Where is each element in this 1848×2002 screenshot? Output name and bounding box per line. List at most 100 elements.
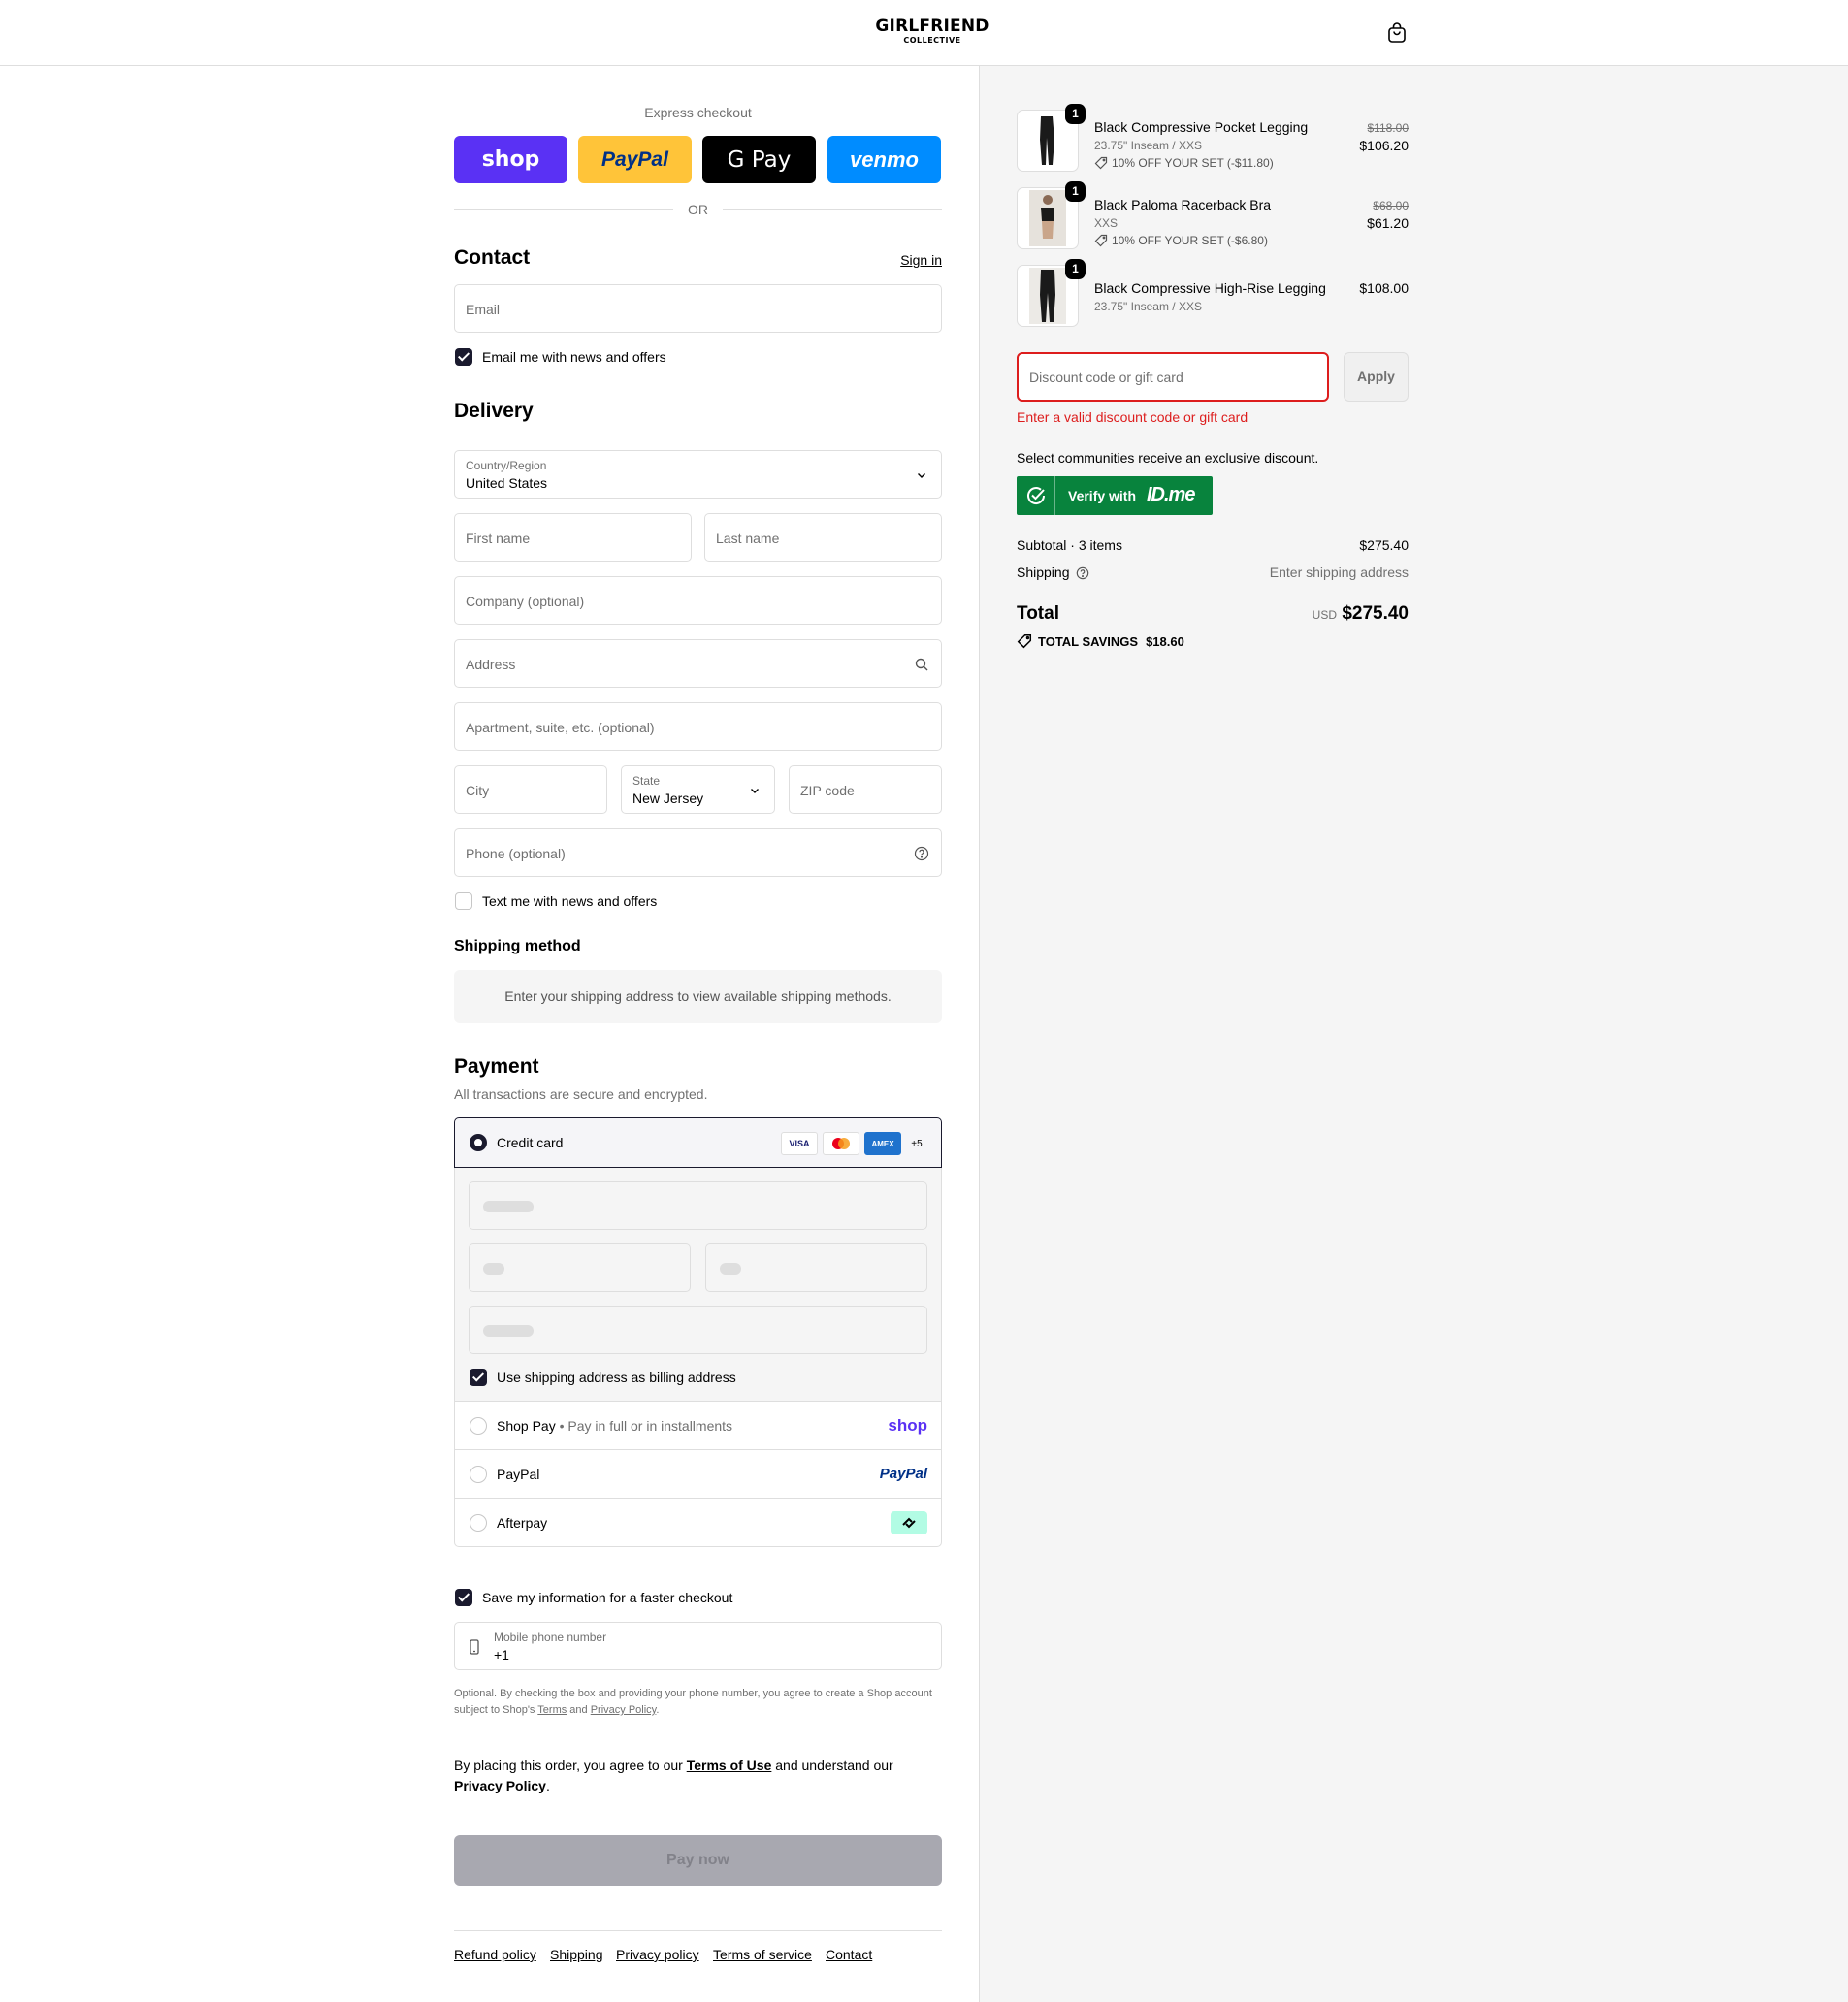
paypal-option[interactable]: PayPal PayPal (454, 1449, 942, 1499)
email-field[interactable]: Email (454, 284, 942, 333)
address-placeholder: Address (466, 657, 516, 672)
pay-now-button[interactable]: Pay now (454, 1835, 942, 1886)
more-cards-badge: +5 (911, 1138, 923, 1149)
email-news-checkbox[interactable] (455, 348, 472, 366)
footer-terms-link[interactable]: Terms of service (713, 1947, 812, 1962)
mobile-phone-icon (470, 1639, 479, 1655)
card-name-field[interactable] (469, 1306, 927, 1354)
mobile-phone-value: +1 (494, 1647, 509, 1663)
total-value: $275.40 (1342, 603, 1409, 624)
credit-card-option[interactable]: Credit card VISA AMEX +5 (454, 1117, 942, 1168)
card-expiry-field[interactable] (469, 1243, 691, 1292)
shipping-method-heading: Shipping method (454, 938, 581, 954)
venmo-express-button[interactable]: venmo (827, 136, 941, 183)
company-placeholder: Company (optional) (466, 594, 585, 609)
currency-code: USD (1312, 608, 1337, 622)
discount-code-field[interactable]: Discount code or gift card (1017, 352, 1329, 402)
total-savings-label: TOTAL SAVINGS (1038, 633, 1139, 649)
card-number-field[interactable] (469, 1181, 927, 1230)
email-news-label: Email me with news and offers (482, 349, 666, 365)
tag-icon (1094, 234, 1108, 247)
paypal-label: PayPal (497, 1467, 540, 1482)
product-name: Black Paloma Racerback Bra (1094, 197, 1272, 212)
mastercard-icon (823, 1132, 859, 1155)
header: GIRLFRIEND COLLECTIVE (0, 0, 1848, 66)
terms-of-use-link[interactable]: Terms of Use (687, 1758, 772, 1773)
save-info-checkbox[interactable] (455, 1589, 472, 1606)
zip-field[interactable]: ZIP code (789, 765, 942, 814)
sign-in-link[interactable]: Sign in (900, 252, 942, 268)
shopping-bag-icon[interactable] (1385, 21, 1409, 45)
shipping-method-message: Enter your shipping address to view avai… (454, 970, 942, 1023)
country-select[interactable]: Country/Region United States (454, 450, 942, 499)
google-pay-express-button[interactable]: G Pay (702, 136, 816, 183)
quantity-badge: 1 (1065, 104, 1086, 124)
contact-heading: Contact (454, 246, 531, 269)
shop-pay-logo: shop (888, 1416, 927, 1435)
country-value: United States (466, 475, 548, 491)
product-variant: XXS (1094, 216, 1119, 230)
verify-idme-button[interactable]: Verify with ID.me (1017, 476, 1213, 515)
check-circle-icon (1017, 476, 1055, 515)
text-news-label: Text me with news and offers (482, 893, 658, 909)
product-price: $108.00 (1359, 280, 1409, 296)
afterpay-option[interactable]: Afterpay (454, 1498, 942, 1547)
shop-terms-link[interactable]: Terms (537, 1704, 567, 1716)
idme-logo: ID.me (1147, 484, 1195, 505)
afterpay-radio[interactable] (470, 1514, 487, 1532)
total-savings-row: TOTAL SAVINGS $18.60 (1017, 633, 1409, 649)
shop-pay-radio[interactable] (470, 1417, 487, 1435)
google-pay-logo: G Pay (727, 146, 792, 173)
footer-privacy-policy-link[interactable]: Privacy policy (616, 1947, 699, 1962)
afterpay-label: Afterpay (497, 1515, 548, 1531)
chevron-down-icon (751, 789, 759, 793)
state-select[interactable]: State New Jersey (621, 765, 775, 814)
help-circle-icon[interactable] (914, 846, 929, 861)
apply-discount-button[interactable]: Apply (1344, 352, 1409, 402)
city-field[interactable]: City (454, 765, 607, 814)
cart-item: 1 Black Compressive Pocket Legging 23.75… (1017, 104, 1409, 172)
product-discount: 10% OFF YOUR SET (-$6.80) (1094, 234, 1268, 247)
address-field[interactable]: Address (454, 639, 942, 688)
last-name-placeholder: Last name (716, 531, 780, 546)
paypal-radio[interactable] (470, 1466, 487, 1483)
shop-pay-logo: shop (481, 147, 540, 172)
card-cvv-field[interactable] (705, 1243, 927, 1292)
subtotal-label: Subtotal · 3 items (1017, 537, 1122, 553)
text-news-checkbox[interactable] (455, 892, 472, 910)
search-icon (915, 658, 928, 671)
brand-logo[interactable]: GIRLFRIEND COLLECTIVE (867, 18, 997, 45)
phone-field[interactable]: Phone (optional) (454, 828, 942, 877)
footer-refund-policy-link[interactable]: Refund policy (454, 1947, 536, 1962)
mobile-phone-field[interactable]: Mobile phone number +1 (454, 1622, 942, 1670)
chevron-down-icon (918, 473, 925, 478)
help-circle-icon[interactable] (1076, 566, 1089, 580)
phone-placeholder: Phone (optional) (466, 846, 566, 861)
subtotal-value: $275.40 (1359, 537, 1409, 553)
shop-privacy-link[interactable]: Privacy Policy (591, 1704, 657, 1716)
first-name-field[interactable]: First name (454, 513, 692, 562)
shop-terms-note: Optional. By checking the box and provid… (454, 1688, 932, 1716)
tag-icon (1017, 633, 1032, 649)
company-field[interactable]: Company (optional) (454, 576, 942, 625)
discount-error-message: Enter a valid discount code or gift card (1017, 409, 1248, 425)
last-name-field[interactable]: Last name (704, 513, 942, 562)
footer-contact-link[interactable]: Contact (826, 1947, 872, 1962)
total-row: Total USD $275.40 (1017, 603, 1409, 627)
shop-pay-express-button[interactable]: shop (454, 136, 567, 183)
credit-card-label: Credit card (497, 1135, 564, 1150)
shop-pay-option[interactable]: Shop Pay • Pay in full or in installment… (454, 1401, 942, 1450)
product-discount: 10% OFF YOUR SET (-$11.80) (1094, 156, 1274, 170)
country-label: Country/Region (466, 459, 547, 472)
paypal-express-button[interactable]: PayPal (578, 136, 692, 183)
amex-icon: AMEX (864, 1132, 901, 1155)
express-checkout-title: Express checkout (644, 105, 752, 120)
privacy-policy-link[interactable]: Privacy Policy (454, 1778, 546, 1793)
city-placeholder: City (466, 783, 490, 798)
apartment-field[interactable]: Apartment, suite, etc. (optional) (454, 702, 942, 751)
billing-same-checkbox[interactable] (470, 1369, 487, 1386)
state-label: State (632, 774, 661, 788)
brand-subname: COLLECTIVE (903, 36, 961, 45)
credit-card-radio[interactable] (470, 1134, 487, 1151)
footer-shipping-link[interactable]: Shipping (550, 1947, 603, 1962)
